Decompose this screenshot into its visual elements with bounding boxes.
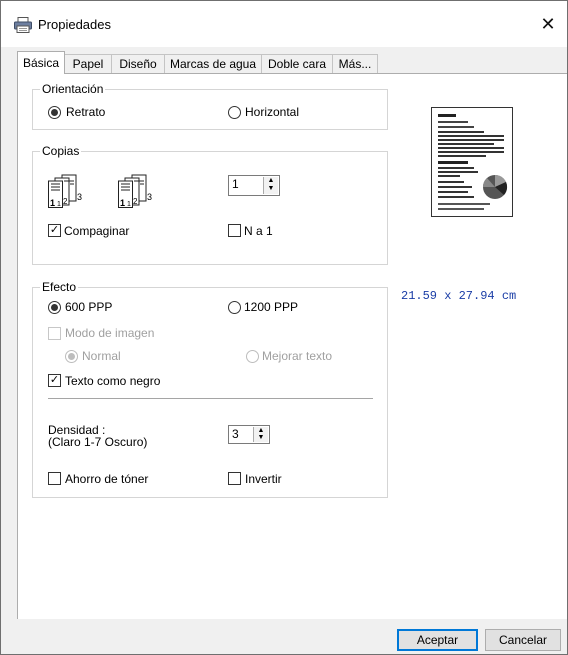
cancel-button[interactable]: Cancelar <box>485 629 561 651</box>
spin-down-icon[interactable]: ▼ <box>264 185 278 193</box>
tab-papel[interactable]: Papel <box>64 54 112 73</box>
copies-spinner-buttons[interactable]: ▲ ▼ <box>263 177 278 194</box>
tab-basica[interactable]: Básica <box>17 51 65 74</box>
tab-diseno[interactable]: Diseño <box>111 54 165 73</box>
page-preview <box>431 107 513 217</box>
image-mode-label: Modo de imagen <box>65 326 155 340</box>
page-preview-image <box>438 114 508 210</box>
dpi-600-label: 600 PPP <box>65 300 113 314</box>
svg-text:2: 2 <box>63 197 68 206</box>
svg-text:3: 3 <box>77 192 82 202</box>
landscape-radio[interactable] <box>228 106 241 119</box>
n-in-1-checkbox[interactable] <box>228 224 241 237</box>
dpi-600-radio[interactable] <box>48 301 61 314</box>
density-value: 3 <box>232 427 239 441</box>
properties-dialog: Propiedades ✕ Básica Papel Diseño Marcas… <box>0 0 568 655</box>
toner-save-checkbox[interactable] <box>48 472 61 485</box>
dpi-1200-label: 1200 PPP <box>244 300 299 314</box>
svg-text:1: 1 <box>50 198 55 208</box>
svg-text:2: 2 <box>133 197 138 206</box>
copies-value: 1 <box>232 177 239 191</box>
text-as-black-checkbox[interactable]: ✓ <box>48 374 61 387</box>
uncollated-pages-icon: 1 2 3 1 <box>118 174 152 208</box>
density-down-icon[interactable]: ▼ <box>254 434 268 441</box>
collate-checkbox[interactable]: ✓ <box>48 224 61 237</box>
collated-pages-icon: 1 2 3 1 <box>48 174 82 208</box>
density-spinner-buttons[interactable]: ▲ ▼ <box>253 427 268 442</box>
svg-text:1: 1 <box>57 201 61 208</box>
effect-separator <box>48 398 373 399</box>
normal-label: Normal <box>82 349 121 363</box>
collate-label: Compaginar <box>64 224 130 238</box>
svg-text:1: 1 <box>127 201 131 208</box>
image-mode-checkbox[interactable] <box>48 327 61 340</box>
tab-marcas-de-agua[interactable]: Marcas de agua <box>164 54 262 73</box>
dpi-1200-radio[interactable] <box>228 301 241 314</box>
orientation-legend: Orientación <box>42 82 104 96</box>
tab-mas[interactable]: Más... <box>332 54 378 73</box>
title-bar: Propiedades ✕ <box>1 1 567 47</box>
paper-size-text: 21.59 x 27.94 cm <box>401 289 517 303</box>
copies-spinner[interactable]: 1 ▲ ▼ <box>228 175 280 196</box>
invert-label: Invertir <box>245 472 282 486</box>
density-spinner[interactable]: 3 ▲ ▼ <box>228 425 270 444</box>
text-as-black-label: Texto como negro <box>65 374 161 388</box>
toner-save-label: Ahorro de tóner <box>65 472 149 486</box>
density-label-line2: (Claro 1-7 Oscuro) <box>48 435 148 449</box>
landscape-label: Horizontal <box>245 105 300 119</box>
tab-doble-cara[interactable]: Doble cara <box>261 54 333 73</box>
window-title: Propiedades <box>38 17 111 32</box>
density-up-icon[interactable]: ▲ <box>254 427 268 434</box>
copies-legend: Copias <box>42 144 80 158</box>
enhance-text-radio[interactable] <box>246 350 259 363</box>
svg-text:1: 1 <box>120 198 125 208</box>
ok-button[interactable]: Aceptar <box>397 629 478 651</box>
spin-up-icon[interactable]: ▲ <box>264 177 278 185</box>
close-button[interactable]: ✕ <box>529 9 567 39</box>
portrait-label: Retrato <box>66 105 106 119</box>
close-icon: ✕ <box>540 14 556 34</box>
printer-icon <box>14 17 32 33</box>
n-in-1-label: N a 1 <box>244 224 273 238</box>
invert-checkbox[interactable] <box>228 472 241 485</box>
portrait-radio[interactable] <box>48 106 61 119</box>
effect-legend: Efecto <box>42 280 77 294</box>
enhance-text-label: Mejorar texto <box>262 349 333 363</box>
svg-text:3: 3 <box>147 192 152 202</box>
normal-radio[interactable] <box>65 350 78 363</box>
